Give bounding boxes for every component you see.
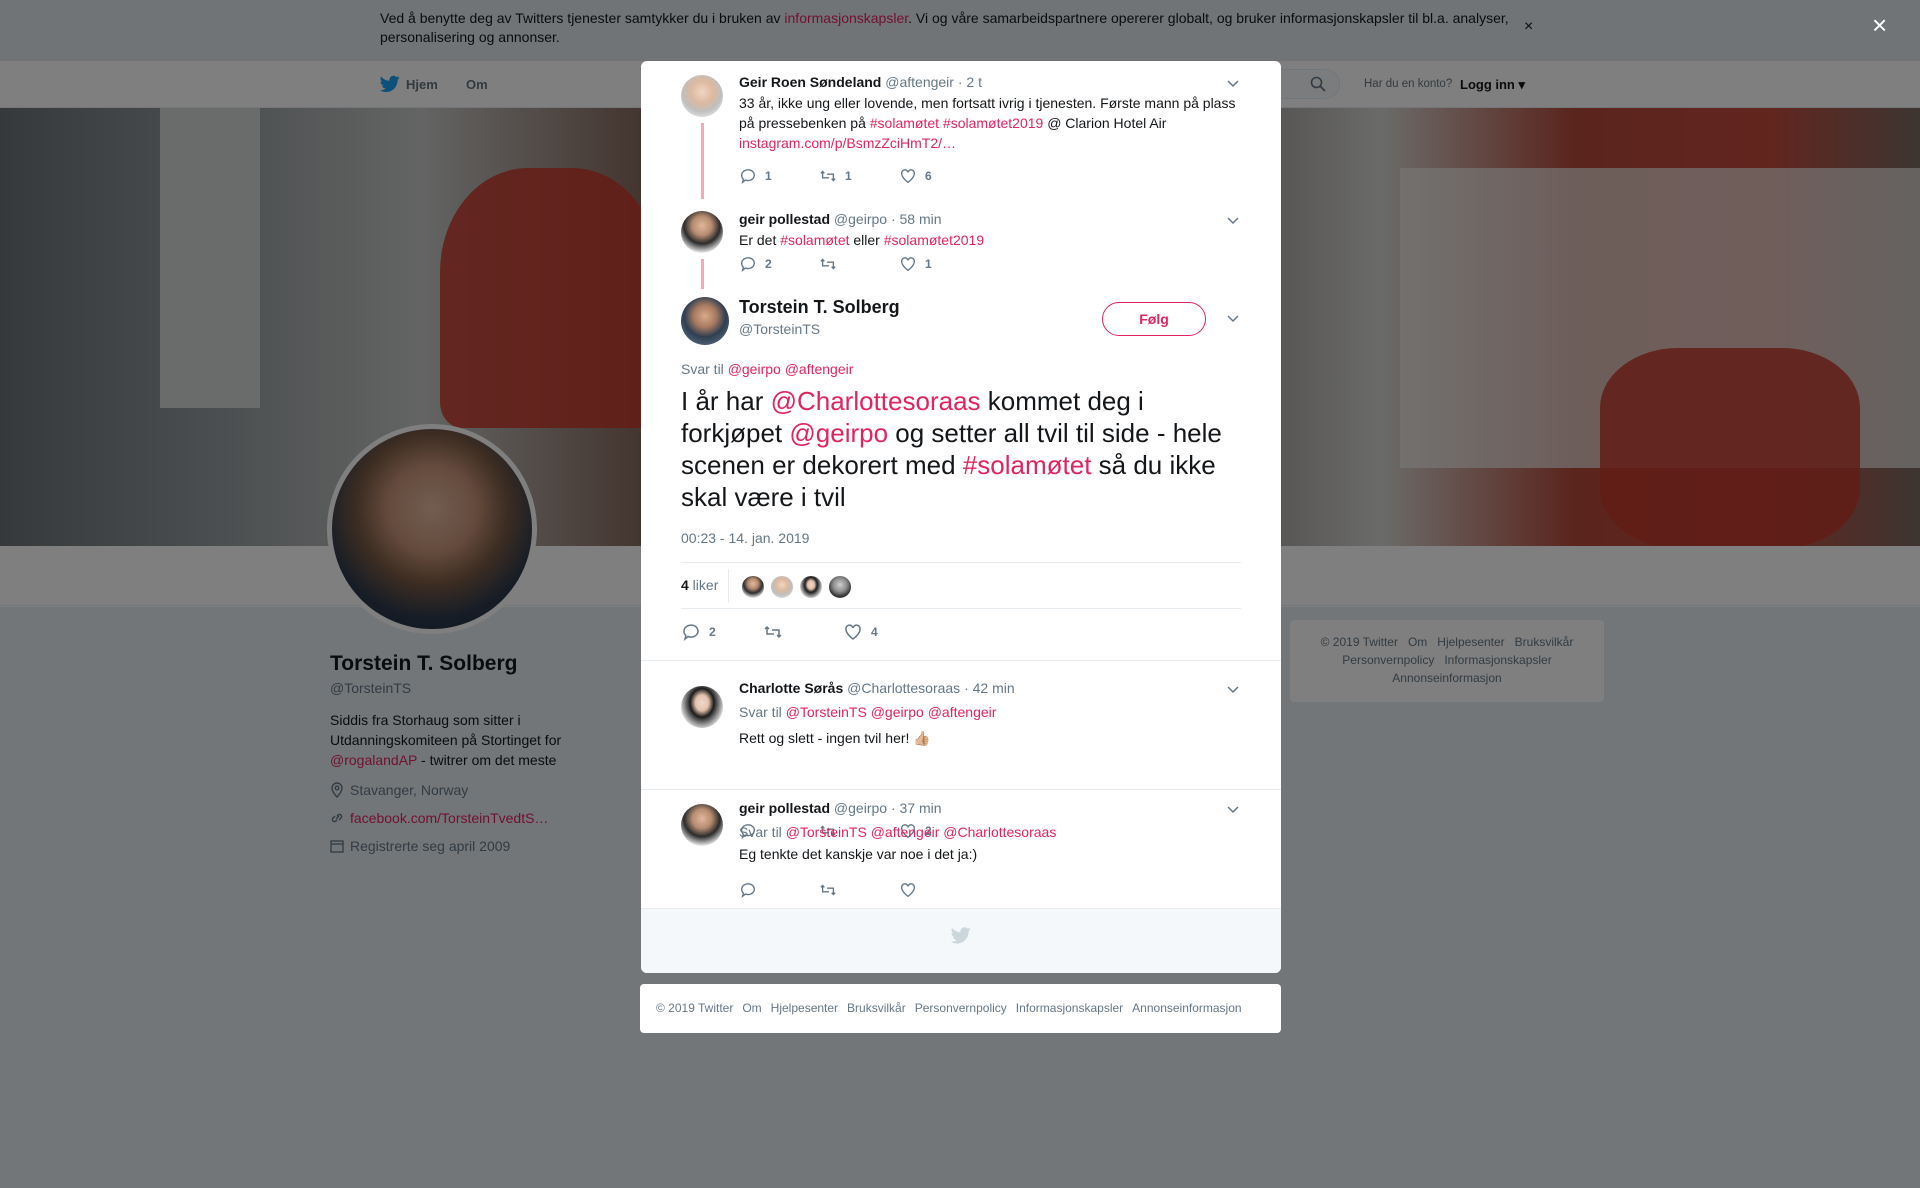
hashtag-link[interactable]: #solamøtet bbox=[870, 115, 939, 131]
close-modal-button[interactable]: × bbox=[1872, 12, 1887, 38]
likes-count[interactable]: 4 liker bbox=[681, 577, 718, 593]
retweet-icon bbox=[820, 258, 836, 270]
tweet-header: geir pollestad @geirpo · 58 min bbox=[739, 211, 942, 227]
tweet-time[interactable]: · 42 min bbox=[964, 680, 1015, 696]
hashtag-link[interactable]: #solamøtet bbox=[780, 232, 849, 248]
heart-icon bbox=[845, 624, 861, 640]
chevron-down-icon[interactable] bbox=[1227, 315, 1239, 323]
chevron-down-icon[interactable] bbox=[1227, 217, 1239, 225]
avatar[interactable] bbox=[681, 75, 723, 117]
modal-footer: © 2019 Twitter Om Hjelpesenter Bruksvilkår P… bbox=[640, 984, 1281, 1033]
retweet-button[interactable] bbox=[819, 255, 845, 273]
retweet-icon bbox=[820, 170, 836, 182]
author-name[interactable]: Charlotte Sørås bbox=[739, 680, 843, 696]
reply-icon bbox=[683, 624, 699, 641]
reply-button[interactable] bbox=[739, 881, 765, 899]
liker-avatar[interactable] bbox=[770, 575, 794, 599]
reply-icon bbox=[741, 257, 755, 273]
main-tweet-avatar[interactable] bbox=[681, 297, 729, 345]
main-tweet-text: I år har @Charlottesoraas kommet deg i f… bbox=[681, 386, 1222, 512]
footer-link[interactable]: © 2019 Twitter bbox=[656, 1001, 733, 1015]
tweet-text: 33 år, ikke ung eller lovende, men forts… bbox=[739, 95, 1236, 151]
tweet-time[interactable]: · 37 min bbox=[891, 800, 942, 816]
footer-link[interactable]: Hjelpesenter bbox=[771, 1001, 838, 1015]
retweet-button[interactable]: 1 bbox=[819, 167, 852, 185]
external-link[interactable]: instagram.com/p/BsmzZciHmT2/… bbox=[739, 135, 956, 151]
main-tweet-reply-to: Svar til @geirpo @aftengeir bbox=[681, 361, 854, 377]
footer-link[interactable]: Informasjonskapsler bbox=[1016, 1001, 1123, 1015]
footer-link[interactable]: Annonseinformasjon bbox=[1132, 1001, 1241, 1015]
tweet-time[interactable]: · 58 min bbox=[891, 211, 942, 227]
author-handle[interactable]: @geirpo bbox=[834, 211, 887, 227]
reply-icon bbox=[741, 883, 755, 899]
reply-to: Svar til @TorsteinTS @geirpo @aftengeir bbox=[739, 704, 997, 720]
tweet-text: Eg tenkte det kanskje var noe i det ja:) bbox=[739, 846, 978, 862]
mention-links[interactable]: @geirpo @aftengeir bbox=[728, 361, 854, 377]
reply-to: Svar til @TorsteinTS @aftengeir @Charlot… bbox=[739, 824, 1057, 840]
chevron-down-icon[interactable] bbox=[1227, 806, 1239, 814]
retweet-icon bbox=[820, 884, 836, 896]
main-tweet-timestamp[interactable]: 00:23 - 14. jan. 2019 bbox=[681, 530, 809, 546]
avatar[interactable] bbox=[681, 211, 723, 253]
avatar[interactable] bbox=[681, 804, 723, 846]
modal-bottom-bar bbox=[641, 908, 1281, 973]
liker-avatar[interactable] bbox=[799, 575, 823, 599]
chevron-down-icon[interactable] bbox=[1227, 80, 1239, 88]
author-handle[interactable]: @aftengeir bbox=[885, 74, 954, 90]
mention-link[interactable]: @geirpo bbox=[789, 418, 888, 448]
like-button[interactable]: 1 bbox=[899, 255, 932, 273]
tweet-modal: Geir Roen Søndeland @aftengeir · 2 t 33 … bbox=[641, 61, 1281, 973]
tweet-text: Er det #solamøtet eller #solamøtet2019 bbox=[739, 232, 985, 248]
liker-avatar[interactable] bbox=[741, 575, 765, 599]
reply-button[interactable]: 1 bbox=[739, 167, 772, 185]
avatar[interactable] bbox=[681, 686, 723, 728]
tweet-header: Charlotte Sørås @Charlottesoraas · 42 mi… bbox=[739, 680, 1015, 696]
mention-links[interactable]: @TorsteinTS @geirpo @aftengeir bbox=[786, 704, 997, 720]
footer-link[interactable]: Bruksvilkår bbox=[847, 1001, 906, 1015]
like-button[interactable] bbox=[899, 881, 925, 899]
mention-links[interactable]: @TorsteinTS @aftengeir @Charlottesoraas bbox=[786, 824, 1057, 840]
thread-connector bbox=[701, 123, 704, 199]
liker-avatar[interactable] bbox=[828, 575, 852, 599]
heart-icon bbox=[901, 883, 915, 898]
likes-row: 4 liker bbox=[681, 562, 1241, 609]
thread-connector bbox=[701, 259, 704, 289]
heart-icon bbox=[901, 257, 915, 272]
author-handle[interactable]: @Charlottesoraas bbox=[847, 680, 960, 696]
retweet-icon bbox=[764, 625, 782, 639]
hashtag-link[interactable]: #solamøtet2019 bbox=[884, 232, 984, 248]
reply-button[interactable]: 2 bbox=[739, 255, 772, 273]
twitter-bird-icon bbox=[951, 927, 971, 944]
mention-link[interactable]: @Charlottesoraas bbox=[771, 386, 981, 416]
heart-icon bbox=[901, 169, 915, 184]
author-handle[interactable]: @geirpo bbox=[834, 800, 887, 816]
main-tweet-author-handle[interactable]: @TorsteinTS bbox=[739, 321, 820, 337]
reply-icon bbox=[741, 169, 755, 185]
tweet-header: Geir Roen Søndeland @aftengeir · 2 t bbox=[739, 74, 982, 90]
footer-link[interactable]: Personvernpolicy bbox=[915, 1001, 1007, 1015]
like-button[interactable]: 4 bbox=[843, 622, 878, 642]
tweet-text: Rett og slett - ingen tvil her! 👍🏼 bbox=[739, 730, 931, 746]
retweet-button[interactable] bbox=[819, 881, 845, 899]
author-name[interactable]: geir pollestad bbox=[739, 211, 830, 227]
author-name[interactable]: geir pollestad bbox=[739, 800, 830, 816]
main-tweet-author-name[interactable]: Torstein T. Solberg bbox=[739, 297, 900, 318]
tweet-header: geir pollestad @geirpo · 37 min bbox=[739, 800, 942, 816]
follow-button[interactable]: Følg bbox=[1102, 302, 1206, 336]
reply-button[interactable]: 2 bbox=[681, 622, 716, 642]
tweet-time[interactable]: · 2 t bbox=[958, 74, 982, 90]
hashtag-link[interactable]: #solamøtet2019 bbox=[943, 115, 1043, 131]
hashtag-link[interactable]: #solamøtet bbox=[963, 450, 1092, 480]
author-name[interactable]: Geir Roen Søndeland bbox=[739, 74, 881, 90]
chevron-down-icon[interactable] bbox=[1227, 686, 1239, 694]
like-button[interactable]: 6 bbox=[899, 167, 932, 185]
retweet-button[interactable] bbox=[763, 622, 791, 642]
footer-link[interactable]: Om bbox=[742, 1001, 761, 1015]
